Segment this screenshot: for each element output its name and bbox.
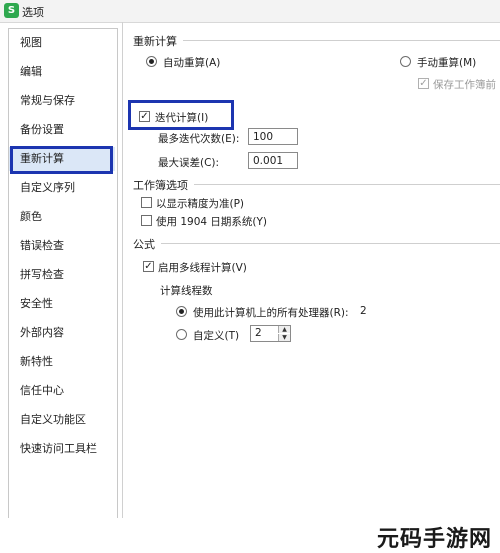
spin-down-icon[interactable]: ▼ [278,334,290,341]
title-bar: S 选项 [0,0,500,23]
precision-label: 以显示精度为准(P) [156,198,245,210]
auto-recalc-radio[interactable] [146,56,157,67]
sidebar-item-error-check[interactable]: 错误检查 [9,234,115,258]
sidebar-item-spell-check[interactable]: 拼写检查 [9,263,115,287]
group-divider [134,40,500,41]
options-sidebar: 视图 编辑 常规与保存 备份设置 重新计算 自定义序列 颜色 错误检查 拼写检查… [8,28,118,520]
group-divider [134,243,500,244]
panel-divider [122,22,123,518]
manual-recalc-radio[interactable] [400,56,411,67]
auto-recalc-label: 自动重算(A) [163,57,221,69]
recalc-group-title: 重新计算 [133,33,183,49]
formula-group-title: 公式 [133,236,161,252]
workbook-group-title: 工作簿选项 [133,177,194,193]
multithread-checkbox[interactable]: ✓ [143,261,154,272]
sidebar-item-custom-lists[interactable]: 自定义序列 [9,176,115,200]
custom-threads-label: 自定义(T) [193,330,240,342]
save-before-checkbox[interactable]: ✓ [418,78,429,89]
sidebar-item-new-features[interactable]: 新特性 [9,350,115,374]
site-watermark: 元码手游网 [376,527,492,552]
sidebar-item-customize-ribbon[interactable]: 自定义功能区 [9,408,115,432]
sidebar-item-color[interactable]: 颜色 [9,205,115,229]
sidebar-item-backup[interactable]: 备份设置 [9,118,115,142]
spin-up-icon[interactable]: ▲ [278,326,290,333]
custom-threads-radio[interactable] [176,329,187,340]
max-change-label: 最大误差(C): [158,157,220,169]
processor-count: 2 [360,305,367,317]
sidebar-item-general-save[interactable]: 常规与保存 [9,89,115,113]
manual-recalc-label: 手动重算(M) [417,57,477,69]
use-all-processors-label: 使用此计算机上的所有处理器(R): [193,307,349,319]
threads-section-title: 计算线程数 [160,285,213,297]
sidebar-item-recalculate[interactable]: 重新计算 [9,147,115,171]
precision-checkbox[interactable] [141,197,152,208]
sidebar-item-external-content[interactable]: 外部内容 [9,321,115,345]
app-logo-icon: S [4,3,19,18]
max-iterations-label: 最多迭代次数(E): [158,133,240,145]
sidebar-item-security[interactable]: 安全性 [9,292,115,316]
sidebar-item-trust-center[interactable]: 信任中心 [9,379,115,403]
max-iterations-input[interactable] [248,128,298,145]
sidebar-item-view[interactable]: 视图 [9,31,115,55]
date1904-checkbox[interactable] [141,215,152,226]
iterate-checkbox[interactable]: ✓ [139,111,150,122]
custom-threads-value: 2 [255,327,262,339]
window-title: 选项 [22,6,44,19]
save-before-label: 保存工作簿前 [433,79,496,91]
sidebar-item-quick-access-toolbar[interactable]: 快速访问工具栏 [9,437,115,461]
use-all-processors-radio[interactable] [176,306,187,317]
date1904-label: 使用 1904 日期系统(Y) [156,216,268,228]
max-change-input[interactable] [248,152,298,169]
iterate-label: 迭代计算(I) [155,112,209,124]
multithread-label: 启用多线程计算(V) [158,262,247,274]
custom-threads-stepper[interactable]: 2 ▲ ▼ [250,325,291,342]
sidebar-item-edit[interactable]: 编辑 [9,60,115,84]
